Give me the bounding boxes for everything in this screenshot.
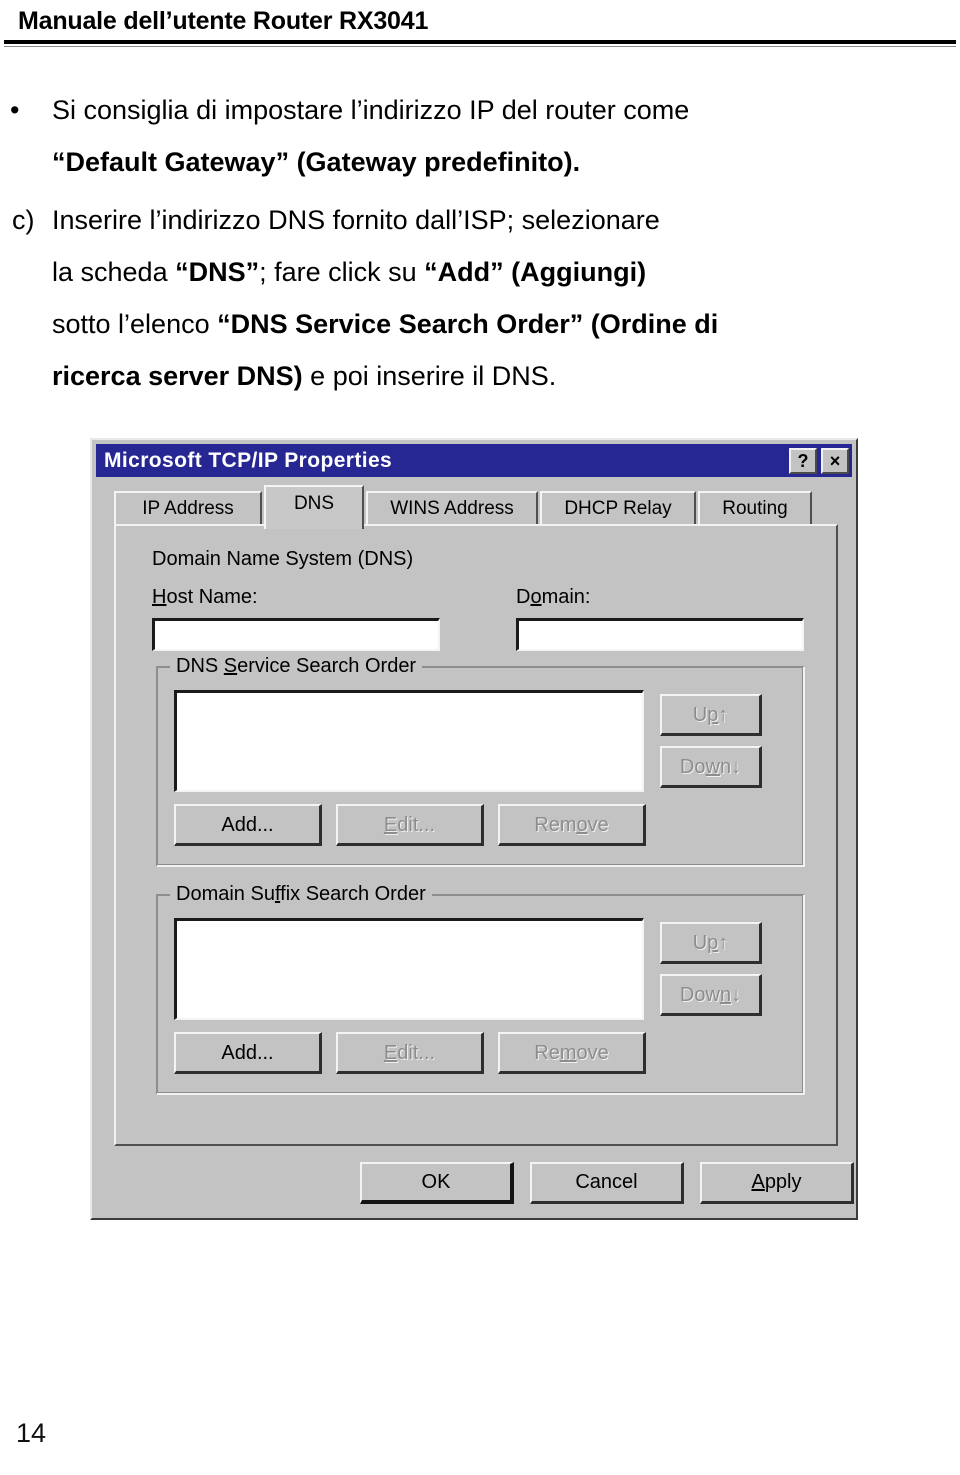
dialog-title: Microsoft TCP/IP Properties	[104, 448, 393, 472]
dns-up-pre: U	[692, 703, 708, 726]
page-number: 14	[16, 1418, 47, 1448]
domain-label-pre: D	[516, 586, 531, 608]
legend-pre-1: Domain Su	[176, 883, 275, 905]
domain-suffix-search-order-legend: Domain Suffix Search Order	[170, 883, 432, 906]
list-item-c: c) Inserire l’indirizzo DNS fornito dall…	[0, 194, 960, 402]
suffix-edit-rest: dit...	[397, 1041, 436, 1064]
dns-edit-accel: E	[383, 813, 398, 836]
apply-accel: A	[751, 1171, 765, 1193]
legend-rest-0: ervice Search Order	[237, 655, 417, 677]
dns-remove-pre: Rem	[534, 813, 577, 836]
list-line-2-d: “Add” (Aggiungi)	[424, 257, 647, 287]
tabstrip: IP Address DNS WINS Address DHCP Relay R…	[114, 485, 838, 529]
dns-up-button[interactable]: Up ↑	[660, 694, 762, 736]
tab-ip-address[interactable]: IP Address	[114, 491, 262, 525]
dns-down-rest: n	[719, 755, 732, 778]
bullet-line-2-bold: “Default Gateway” (Gateway predefinito).	[52, 147, 581, 177]
domain-accel: o	[530, 586, 542, 608]
down-arrow-icon: ↓	[731, 755, 742, 778]
suffix-edit-accel: E	[383, 1041, 398, 1064]
domain-suffix-search-order-group: Domain Suffix Search Order Up ↑ Dow n ↓ Add…	[156, 883, 805, 1095]
page-title: Manuale dell’utente Router RX3041	[18, 7, 429, 35]
host-name-label-rest: ost Name:	[166, 586, 258, 608]
dns-edit-button[interactable]: Edit...	[336, 804, 484, 846]
suffix-remove-rest: ove	[576, 1041, 609, 1064]
suffix-add-button[interactable]: Add...	[174, 1032, 322, 1074]
tcpip-properties-dialog: Microsoft TCP/IP Properties ? × IP Addre…	[90, 438, 858, 1220]
ok-button[interactable]: OK	[360, 1162, 514, 1204]
host-name-label: Host Name:	[152, 586, 258, 609]
bullet-icon: •	[10, 95, 20, 125]
header-divider	[4, 40, 956, 44]
page-header: Manuale dell’utente Router RX3041	[18, 7, 942, 36]
legend-accel-0: S	[223, 655, 238, 677]
tcpip-properties-screenshot: Microsoft TCP/IP Properties ? × IP Addre…	[90, 438, 864, 1228]
list-item-marker: c)	[12, 205, 35, 235]
apply-rest: pply	[764, 1171, 802, 1193]
suffix-remove-pre: Re	[534, 1041, 560, 1064]
list-line-4-a: ricerca server DNS)	[52, 361, 303, 391]
list-line-4-b: e poi inserire il DNS.	[302, 361, 557, 391]
domain-suffix-search-order-listbox[interactable]	[174, 918, 644, 1020]
list-line-3: sotto l’elenco “DNS Service Search Order…	[52, 298, 960, 350]
suffix-up-accel: p	[707, 931, 719, 954]
legend-pre-0: DNS	[176, 655, 224, 677]
list-line-2-b: “DNS”	[175, 257, 260, 287]
up-arrow-icon: ↑	[718, 931, 729, 954]
dns-down-button[interactable]: Do w n ↓	[660, 746, 762, 788]
up-arrow-icon: ↑	[718, 703, 729, 726]
dns-service-search-order-listbox[interactable]	[174, 690, 644, 792]
dns-section-heading: Domain Name System (DNS)	[152, 548, 414, 570]
domain-label: Domain:	[516, 586, 590, 609]
suffix-remove-accel: m	[559, 1041, 577, 1064]
dns-down-pre: Do	[679, 755, 706, 778]
dns-remove-rest: ve	[587, 813, 609, 836]
legend-rest-1: fix Search Order	[280, 883, 426, 905]
down-arrow-icon: ↓	[731, 983, 742, 1006]
suffix-down-button[interactable]: Dow n ↓	[660, 974, 762, 1016]
list-line-2-c: ; fare click su	[259, 257, 425, 287]
suffix-remove-button[interactable]: Re m ove	[498, 1032, 646, 1074]
dns-add-button[interactable]: Add...	[174, 804, 322, 846]
suffix-up-button[interactable]: Up ↑	[660, 922, 762, 964]
list-line-4: ricerca server DNS) e poi inserire il DN…	[52, 350, 960, 402]
header-divider-thin	[4, 46, 956, 47]
body-copy: • Si consiglia di impostare l’indirizzo …	[0, 84, 960, 402]
bullet-line-1: Si consiglia di impostare l’indirizzo IP…	[52, 95, 690, 125]
dns-edit-rest: dit...	[397, 813, 436, 836]
suffix-up-pre: U	[692, 931, 708, 954]
help-icon[interactable]: ?	[789, 447, 817, 474]
domain-input[interactable]	[516, 618, 804, 651]
dns-down-accel: w	[705, 755, 720, 778]
dialog-titlebar: Microsoft TCP/IP Properties ? ×	[96, 444, 852, 477]
host-name-input[interactable]	[152, 618, 440, 651]
dns-service-search-order-legend: DNS Service Search Order	[170, 655, 423, 678]
list-line-2: la scheda “DNS”; fare click su “Add” (Ag…	[52, 246, 960, 298]
suffix-down-pre: Dow	[679, 983, 720, 1006]
dns-up-accel: p	[707, 703, 719, 726]
bullet-line-2: “Default Gateway” (Gateway predefinito).	[52, 136, 960, 188]
tab-wins-address[interactable]: WINS Address	[366, 491, 538, 525]
suffix-edit-button[interactable]: Edit...	[336, 1032, 484, 1074]
list-line-2-a: la scheda	[52, 257, 176, 287]
dns-tab-page: Domain Name System (DNS) Host Name: Doma…	[114, 524, 838, 1146]
tab-routing[interactable]: Routing	[698, 491, 812, 525]
dns-service-search-order-group: DNS Service Search Order Up ↑ Do w n ↓ Add..…	[156, 655, 805, 867]
close-icon[interactable]: ×	[821, 447, 849, 474]
cancel-button[interactable]: Cancel	[530, 1162, 684, 1204]
apply-button[interactable]: Apply	[700, 1162, 854, 1204]
dns-remove-button[interactable]: Rem o ve	[498, 804, 646, 846]
host-name-accel: H	[152, 586, 167, 608]
dns-remove-accel: o	[576, 813, 588, 836]
suffix-down-accel: n	[719, 983, 732, 1006]
list-line-3-b: “DNS Service Search Order” (Ordine di	[217, 309, 719, 339]
domain-label-rest: main:	[541, 586, 591, 608]
bullet-paragraph: • Si consiglia di impostare l’indirizzo …	[0, 84, 960, 188]
list-line-1: Inserire l’indirizzo DNS fornito dall’IS…	[52, 205, 660, 235]
tab-dns[interactable]: DNS	[264, 485, 364, 529]
list-line-3-a: sotto l’elenco	[52, 309, 218, 339]
tab-dhcp-relay[interactable]: DHCP Relay	[540, 491, 696, 525]
